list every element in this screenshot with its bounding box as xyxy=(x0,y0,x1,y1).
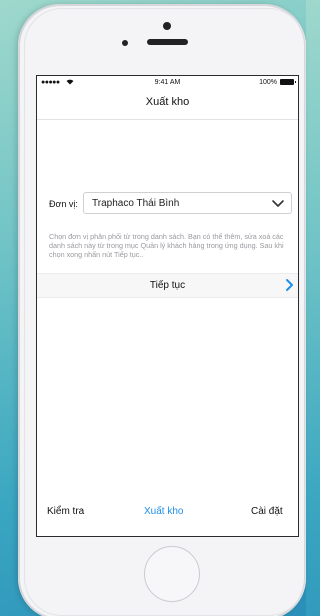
chevron-down-icon xyxy=(271,196,285,215)
app-screen: ●●●●● 9:41 AM 100% Xuất kho Đơn vị: Trap… xyxy=(36,75,299,537)
battery-percent: 100% xyxy=(259,79,277,86)
page-title: Xuất kho xyxy=(145,96,190,108)
battery-icon xyxy=(280,79,296,85)
tab-bar: Kiểm tra Xuất kho Cài đặt xyxy=(37,506,298,522)
continue-label: Tiếp tục xyxy=(149,280,186,291)
front-camera xyxy=(122,40,128,46)
tab-xuat-kho[interactable]: Xuất kho xyxy=(144,506,183,517)
home-button[interactable] xyxy=(144,546,200,602)
front-sensor xyxy=(163,22,171,30)
unit-select[interactable]: Traphaco Thái Bình xyxy=(83,192,292,214)
status-bar: ●●●●● 9:41 AM 100% xyxy=(37,76,298,89)
earpiece-speaker xyxy=(147,39,188,45)
chevron-right-icon xyxy=(284,278,294,297)
unit-select-value: Traphaco Thái Bình xyxy=(92,198,180,209)
tab-cai-dat[interactable]: Cài đặt xyxy=(251,506,283,517)
unit-row: Đơn vị: Traphaco Thái Bình xyxy=(37,192,298,214)
continue-button[interactable]: Tiếp tục xyxy=(37,273,298,298)
help-text: Chọn đơn vị phân phối từ trong danh sách… xyxy=(49,232,284,259)
tab-kiem-tra[interactable]: Kiểm tra xyxy=(47,506,84,517)
nav-divider xyxy=(37,119,298,120)
unit-label: Đơn vị: xyxy=(49,199,78,209)
